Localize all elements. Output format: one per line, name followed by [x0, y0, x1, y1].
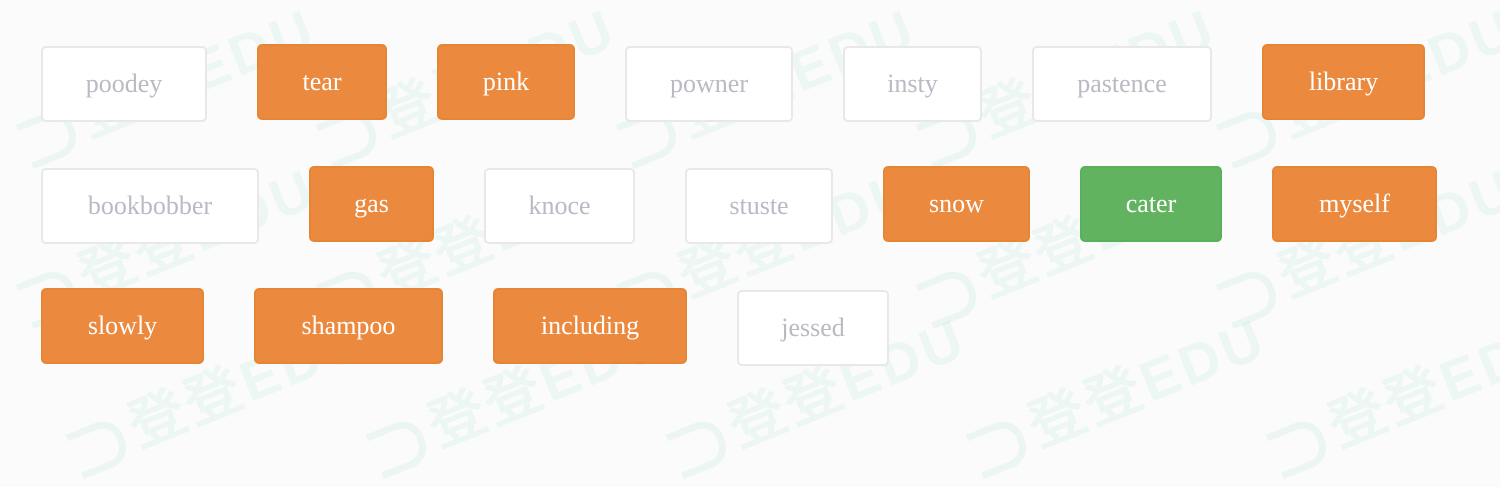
word-chip[interactable]: pastence [1032, 46, 1212, 122]
word-chip[interactable]: cater [1080, 166, 1222, 242]
word-chip[interactable]: pink [437, 44, 575, 120]
watermark-logo-icon [665, 415, 733, 480]
word-chip[interactable]: gas [309, 166, 434, 242]
watermark-logo-icon [365, 415, 433, 480]
word-chip[interactable]: snow [883, 166, 1030, 242]
word-chip[interactable]: slowly [41, 288, 204, 364]
word-chip[interactable]: knoce [484, 168, 635, 244]
watermark-logo-icon [965, 415, 1033, 480]
word-chip[interactable]: poodey [41, 46, 207, 122]
word-chip[interactable]: stuste [685, 168, 833, 244]
watermark-logo-icon [65, 415, 133, 480]
word-chip[interactable]: myself [1272, 166, 1437, 242]
word-chip[interactable]: tear [257, 44, 387, 120]
word-chip[interactable]: including [493, 288, 687, 364]
word-chip[interactable]: insty [843, 46, 982, 122]
word-chip[interactable]: powner [625, 46, 793, 122]
word-chip[interactable]: jessed [737, 290, 889, 366]
word-chip[interactable]: bookbobber [41, 168, 259, 244]
word-chip[interactable]: shampoo [254, 288, 443, 364]
watermark-logo-icon [1265, 415, 1333, 480]
word-chip[interactable]: library [1262, 44, 1425, 120]
word-board: poodey tear pink powner insty pastence l… [0, 0, 1500, 422]
